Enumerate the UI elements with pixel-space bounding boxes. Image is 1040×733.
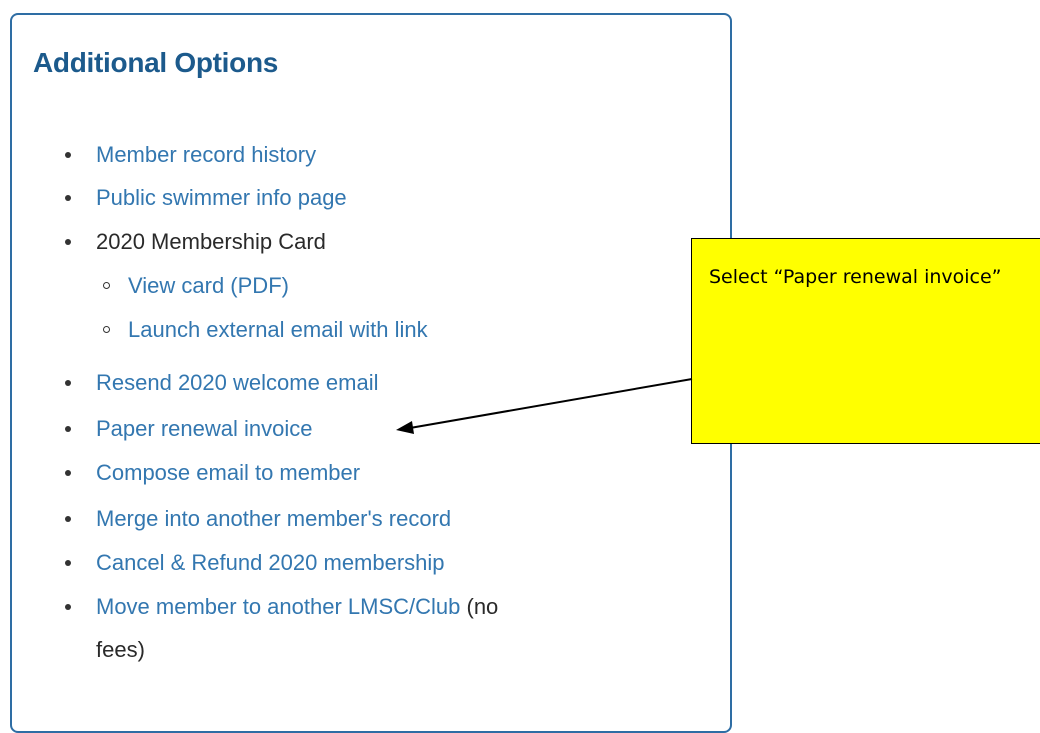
list-item: Move member to another LMSC/Club (no <box>96 592 498 622</box>
member-record-history-link[interactable]: Member record history <box>96 142 316 167</box>
bullet-icon <box>65 239 71 245</box>
move-member-link[interactable]: Move member to another LMSC/Club <box>96 594 460 619</box>
list-item: Member record history <box>96 140 316 170</box>
paper-renewal-invoice-link[interactable]: Paper renewal invoice <box>96 416 312 441</box>
panel-title: Additional Options <box>33 47 279 78</box>
instruction-callout: Select “Paper renewal invoice” <box>691 238 1040 444</box>
launch-external-email-link[interactable]: Launch external email with link <box>128 317 428 342</box>
list-item-continuation: fees) <box>96 635 145 665</box>
circle-bullet-icon <box>103 326 110 333</box>
callout-text: Select “Paper renewal invoice” <box>709 266 1002 288</box>
bullet-icon <box>65 195 71 201</box>
merge-member-record-link[interactable]: Merge into another member's record <box>96 506 451 531</box>
bullet-icon <box>65 152 71 158</box>
move-member-note-continued: fees) <box>96 637 145 662</box>
bullet-icon <box>65 560 71 566</box>
compose-email-link[interactable]: Compose email to member <box>96 460 360 485</box>
bullet-icon <box>65 516 71 522</box>
public-swimmer-info-link[interactable]: Public swimmer info page <box>96 185 347 210</box>
list-item: Compose email to member <box>96 458 360 488</box>
list-item: 2020 Membership Card <box>96 227 326 257</box>
bullet-icon <box>65 426 71 432</box>
bullet-icon <box>65 470 71 476</box>
bullet-icon <box>65 380 71 386</box>
sub-list-item: Launch external email with link <box>128 315 428 345</box>
circle-bullet-icon <box>103 282 110 289</box>
list-item: Paper renewal invoice <box>96 414 312 444</box>
list-item: Cancel & Refund 2020 membership <box>96 548 445 578</box>
list-item: Public swimmer info page <box>96 183 347 213</box>
list-item: Merge into another member's record <box>96 504 451 534</box>
view-card-pdf-link[interactable]: View card (PDF) <box>128 273 289 298</box>
sub-list-item: View card (PDF) <box>128 271 289 301</box>
list-item: Resend 2020 welcome email <box>96 368 379 398</box>
membership-card-label: 2020 Membership Card <box>96 229 326 254</box>
bullet-icon <box>65 604 71 610</box>
move-member-note: (no <box>466 594 499 619</box>
resend-welcome-email-link[interactable]: Resend 2020 welcome email <box>96 370 379 395</box>
cancel-refund-link[interactable]: Cancel & Refund 2020 membership <box>96 550 445 575</box>
